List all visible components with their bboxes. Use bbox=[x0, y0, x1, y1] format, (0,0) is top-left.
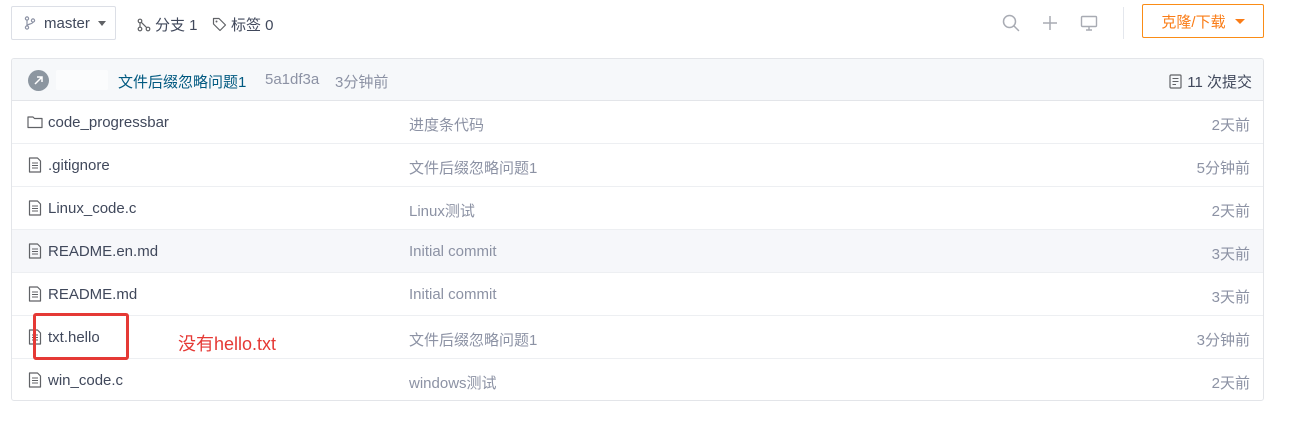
file-name[interactable]: .gitignore bbox=[48, 157, 110, 174]
file-name[interactable]: win_code.c bbox=[48, 372, 123, 389]
file-row[interactable]: .gitignore 文件后缀忽略问题1 5分钟前 bbox=[12, 144, 1263, 187]
file-commit-message[interactable]: 进度条代码 bbox=[409, 114, 484, 135]
author-name-redacted bbox=[56, 70, 108, 90]
avatar[interactable] bbox=[28, 70, 49, 91]
chevron-down-icon bbox=[1234, 18, 1245, 24]
branch-icon bbox=[137, 18, 151, 31]
chevron-down-icon bbox=[97, 20, 106, 26]
tags-link[interactable]: 标签 0 bbox=[212, 14, 274, 35]
repo-toolbar: master 分支 1 标签 0 克隆/下载 bbox=[0, 0, 1297, 46]
branch-name: master bbox=[44, 14, 90, 32]
file-row[interactable]: README.en.md Initial commit 3天前 bbox=[12, 230, 1263, 273]
file-name[interactable]: code_progressbar bbox=[48, 114, 169, 131]
file-commit-message[interactable]: Initial commit bbox=[409, 286, 497, 303]
file-name[interactable]: README.en.md bbox=[48, 243, 158, 260]
file-row[interactable]: win_code.c windows测试 2天前 bbox=[12, 359, 1263, 400]
file-icon bbox=[28, 157, 42, 173]
file-time: 2天前 bbox=[1211, 203, 1250, 220]
toolbar-divider bbox=[1123, 7, 1124, 39]
file-icon bbox=[28, 200, 42, 216]
file-name[interactable]: README.md bbox=[48, 286, 137, 303]
tag-icon bbox=[212, 17, 227, 32]
commit-message-link[interactable]: 文件后缀忽略问题1 bbox=[118, 71, 246, 92]
monitor-icon[interactable] bbox=[1079, 13, 1099, 33]
file-icon bbox=[28, 286, 42, 302]
branches-label: 分支 1 bbox=[155, 17, 198, 34]
file-commit-message[interactable]: Initial commit bbox=[409, 243, 497, 260]
file-commit-message[interactable]: Linux测试 bbox=[409, 200, 475, 221]
file-row[interactable]: Linux_code.c Linux测试 2天前 bbox=[12, 187, 1263, 230]
file-time: 3天前 bbox=[1211, 246, 1250, 263]
commit-count-label: 11 次提交 bbox=[1187, 74, 1252, 91]
file-icon bbox=[28, 243, 42, 259]
file-commit-message[interactable]: 文件后缀忽略问题1 bbox=[409, 157, 537, 178]
clone-download-button[interactable]: 克隆/下载 bbox=[1142, 4, 1264, 38]
annotation-text: 没有hello.txt bbox=[178, 334, 277, 354]
file-commit-message[interactable]: 文件后缀忽略问题1 bbox=[409, 329, 537, 350]
file-time: 2天前 bbox=[1211, 375, 1250, 392]
search-icon[interactable] bbox=[1001, 13, 1021, 33]
file-time: 3分钟前 bbox=[1196, 332, 1250, 349]
clone-download-label: 克隆/下载 bbox=[1161, 13, 1226, 31]
user-icon bbox=[34, 76, 43, 85]
branch-selector[interactable]: master bbox=[11, 6, 116, 40]
file-icon bbox=[28, 372, 42, 388]
file-row[interactable]: README.md Initial commit 3天前 bbox=[12, 273, 1263, 316]
commit-hash[interactable]: 5a1df3a bbox=[265, 71, 319, 88]
commit-count-link[interactable]: 11 次提交 bbox=[1169, 71, 1252, 92]
file-row[interactable]: code_progressbar 进度条代码 2天前 bbox=[12, 101, 1263, 144]
tags-label: 标签 0 bbox=[231, 17, 274, 34]
file-name[interactable]: Linux_code.c bbox=[48, 200, 136, 217]
latest-commit-bar: 文件后缀忽略问题1 5a1df3a 3分钟前 11 次提交 bbox=[12, 59, 1263, 101]
commit-time: 3分钟前 bbox=[335, 74, 389, 91]
plus-icon[interactable] bbox=[1040, 13, 1060, 33]
annotation-highlight-box bbox=[33, 313, 129, 360]
file-time: 2天前 bbox=[1211, 117, 1250, 134]
file-time: 3天前 bbox=[1211, 289, 1250, 306]
commit-history-icon bbox=[1169, 74, 1182, 89]
branches-link[interactable]: 分支 1 bbox=[137, 14, 198, 35]
file-time: 5分钟前 bbox=[1196, 160, 1250, 177]
branch-icon bbox=[24, 16, 36, 30]
folder-icon bbox=[27, 116, 43, 129]
file-commit-message[interactable]: windows测试 bbox=[409, 372, 497, 393]
